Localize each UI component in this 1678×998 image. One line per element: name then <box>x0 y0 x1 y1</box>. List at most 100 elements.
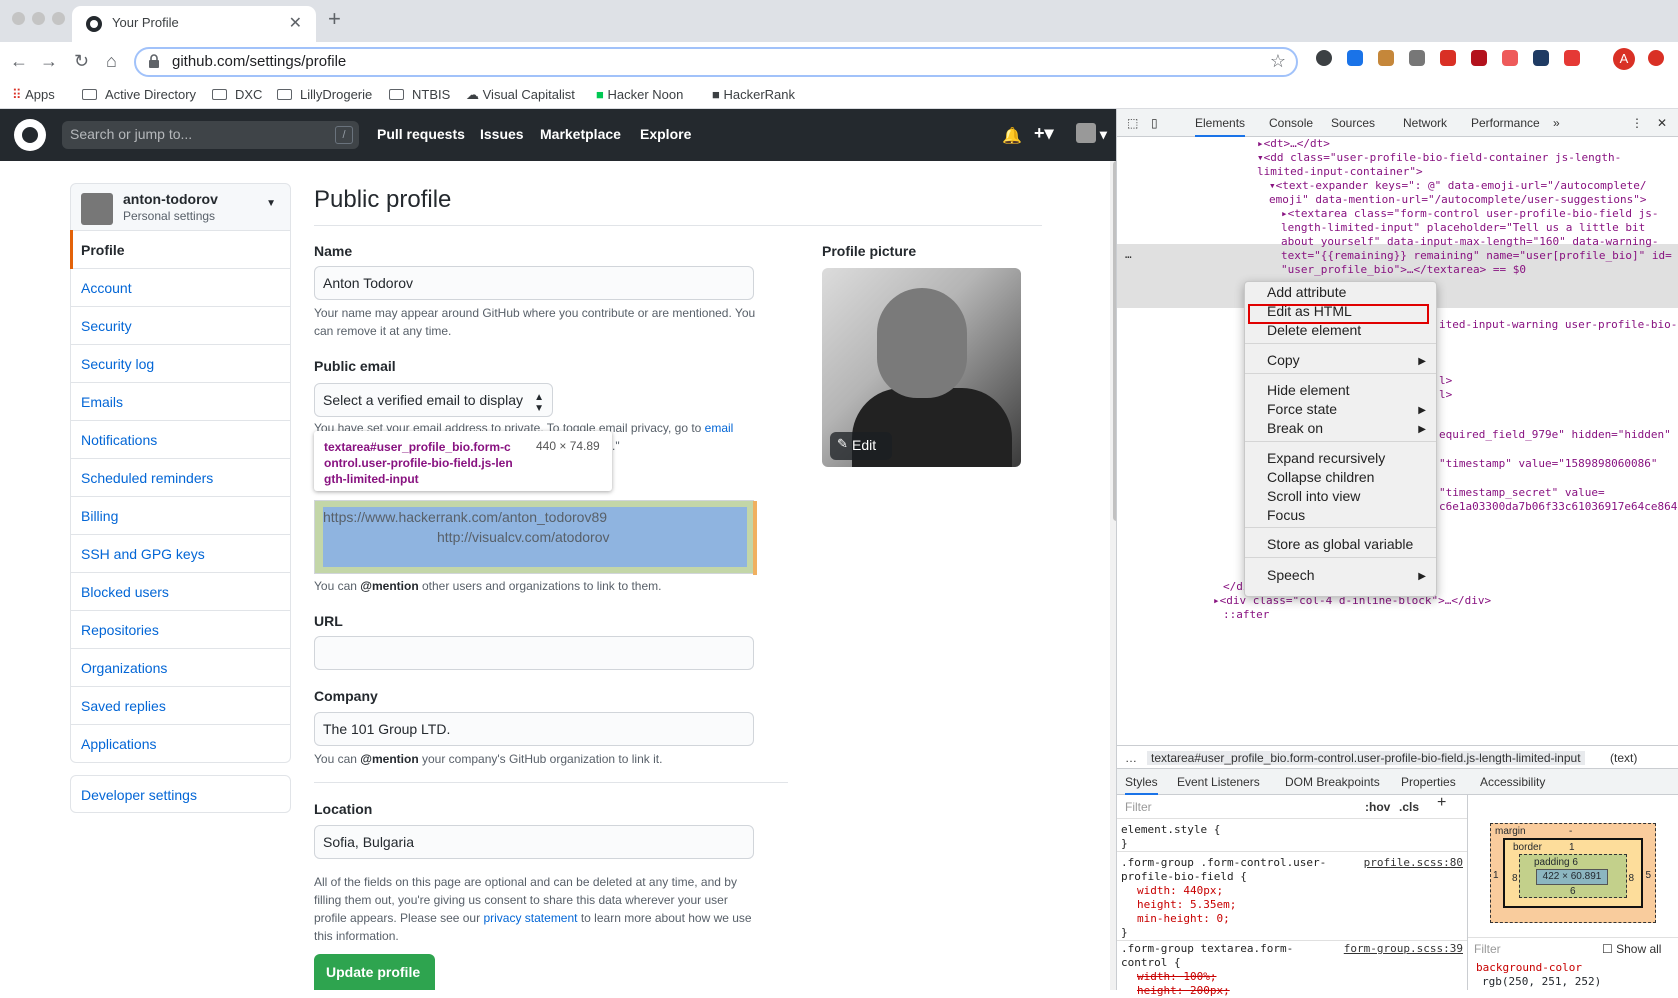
add-rule-icon[interactable]: + <box>1437 795 1446 811</box>
menu-item-scroll-into-view[interactable]: Scroll into view <box>1267 488 1360 504</box>
sidebar-item-notifications[interactable]: Notifications <box>70 421 291 459</box>
extension-icon[interactable] <box>1316 50 1332 66</box>
account-switcher[interactable]: anton-todorov Personal settings ▼ <box>70 183 291 231</box>
menu-item-add-attribute[interactable]: Add attribute <box>1267 284 1346 300</box>
tab-dom-breakpoints[interactable]: DOM Breakpoints <box>1285 775 1380 789</box>
window-close-button[interactable] <box>12 12 25 25</box>
public-email-select[interactable]: Select a verified email to display ▲ ▼ <box>314 383 553 417</box>
css-property[interactable]: height: 5.35em; <box>1137 898 1236 912</box>
sidebar-item-developer-settings[interactable]: Developer settings <box>70 775 291 813</box>
bookmark-folder[interactable]: NTBIS <box>389 87 450 102</box>
tab-event-listeners[interactable]: Event Listeners <box>1177 775 1260 789</box>
code-line[interactable]: ▸<dt>…</dt> <box>1257 137 1330 151</box>
inspect-element-icon[interactable]: ⬚ <box>1127 116 1138 130</box>
extension-icon[interactable] <box>1533 50 1549 66</box>
location-field[interactable]: Sofia, Bulgaria <box>314 825 754 859</box>
sidebar-item-profile[interactable]: Profile <box>70 230 291 269</box>
bookmark-hacker-noon[interactable]: ■ Hacker Noon <box>596 87 683 102</box>
extension-icon[interactable] <box>1440 50 1456 66</box>
sidebar-item-security[interactable]: Security <box>70 307 291 345</box>
name-field[interactable]: Anton Todorov <box>314 266 754 300</box>
computed-filter[interactable]: Filter ☐ Show all <box>1468 937 1678 959</box>
tab-console[interactable]: Console <box>1269 116 1313 130</box>
chevron-down-icon[interactable]: ▼ <box>266 198 276 209</box>
window-minimize-button[interactable] <box>32 12 45 25</box>
nav-explore[interactable]: Explore <box>640 126 691 142</box>
bookmark-hackerrank[interactable]: ■ HackerRank <box>712 87 795 102</box>
css-property[interactable]: min-height: 0; <box>1137 912 1230 926</box>
plus-dropdown-icon[interactable]: +▾ <box>1034 123 1054 144</box>
menu-item-break-on[interactable]: Break on <box>1267 420 1323 436</box>
css-rule[interactable]: element.style { <box>1121 823 1220 837</box>
sidebar-item-organizations[interactable]: Organizations <box>70 649 291 687</box>
address-bar[interactable]: github.com/settings/profile ☆ <box>134 47 1298 77</box>
nav-marketplace[interactable]: Marketplace <box>540 126 621 142</box>
extension-icon[interactable] <box>1564 50 1580 66</box>
kebab-menu-icon[interactable]: ⋮ <box>1631 116 1643 130</box>
sidebar-item-billing[interactable]: Billing <box>70 497 291 535</box>
menu-item-store-as-global[interactable]: Store as global variable <box>1267 536 1413 552</box>
browser-tab[interactable]: Your Profile ✕ <box>72 6 316 42</box>
sidebar-item-blocked-users[interactable]: Blocked users <box>70 573 291 611</box>
tab-sources[interactable]: Sources <box>1331 116 1375 130</box>
bell-icon[interactable]: 🔔 <box>1002 126 1022 146</box>
update-profile-button[interactable]: Update profile <box>314 954 435 990</box>
bookmark-visual-capitalist[interactable]: ☁ Visual Capitalist <box>466 87 575 103</box>
code-line[interactable]: ▾<dd class="user-profile-bio-field-conta… <box>1257 151 1621 165</box>
privacy-statement-link[interactable]: privacy statement <box>483 911 577 925</box>
css-selector[interactable]: .form-group textarea.form- <box>1121 942 1293 956</box>
sidebar-item-emails[interactable]: Emails <box>70 383 291 421</box>
bookmark-folder[interactable]: LillyDrogerie <box>277 87 372 102</box>
tab-properties[interactable]: Properties <box>1401 775 1456 789</box>
code-line[interactable]: ▾<text-expander keys=": @" data-emoji-ur… <box>1269 179 1647 193</box>
tab-performance[interactable]: Performance <box>1471 116 1540 130</box>
ellipsis-icon[interactable]: … <box>1125 248 1132 262</box>
cls-toggle[interactable]: .cls <box>1399 800 1419 814</box>
reload-icon[interactable]: ↻ <box>74 50 89 72</box>
extension-icon[interactable] <box>1347 50 1363 66</box>
tab-close-icon[interactable]: ✕ <box>289 13 302 33</box>
nav-pull-requests[interactable]: Pull requests <box>377 126 465 142</box>
menu-item-delete-element[interactable]: Delete element <box>1267 322 1361 338</box>
forward-icon[interactable]: → <box>40 50 58 72</box>
new-tab-button[interactable]: + <box>328 8 341 30</box>
show-all-checkbox[interactable]: ☐ Show all <box>1602 942 1661 956</box>
styles-filter-input[interactable]: Filter :hov .cls + <box>1117 795 1467 819</box>
close-devtools-icon[interactable]: ✕ <box>1657 116 1667 130</box>
company-field[interactable]: The 101 Group LTD. <box>314 712 754 746</box>
css-property[interactable]: height: 200px; <box>1137 984 1230 998</box>
home-icon[interactable]: ⌂ <box>106 50 117 72</box>
bookmark-star-icon[interactable]: ☆ <box>1270 51 1286 72</box>
edit-picture-button[interactable]: ✎ Edit <box>830 432 892 460</box>
extension-icon[interactable] <box>1409 50 1425 66</box>
extension-icon[interactable] <box>1378 50 1394 66</box>
tab-network[interactable]: Network <box>1403 116 1447 130</box>
sidebar-item-account[interactable]: Account <box>70 269 291 307</box>
bookmark-apps[interactable]: ⠿ Apps <box>12 87 55 103</box>
sidebar-item-applications[interactable]: Applications <box>70 725 291 763</box>
tab-elements[interactable]: Elements <box>1195 116 1246 137</box>
menu-item-speech[interactable]: Speech <box>1267 567 1314 583</box>
bookmark-folder[interactable]: DXC <box>212 87 262 102</box>
search-input[interactable]: Search or jump to... / <box>62 121 359 149</box>
breadcrumb-current[interactable]: textarea#user_profile_bio.form-control.u… <box>1147 751 1585 765</box>
menu-item-expand-recursively[interactable]: Expand recursively <box>1267 450 1385 466</box>
sidebar-item-repositories[interactable]: Repositories <box>70 611 291 649</box>
more-tabs-icon[interactable]: » <box>1553 116 1560 130</box>
device-toolbar-icon[interactable]: ▯ <box>1151 116 1158 130</box>
extension-icon[interactable] <box>1471 50 1487 66</box>
hov-toggle[interactable]: :hov <box>1365 800 1390 814</box>
sidebar-item-scheduled-reminders[interactable]: Scheduled reminders <box>70 459 291 497</box>
avatar-dropdown[interactable]: ▾ <box>1076 123 1107 143</box>
menu-item-force-state[interactable]: Force state <box>1267 401 1337 417</box>
code-line[interactable]: ▸<textarea class="form-control user-prof… <box>1281 207 1659 221</box>
css-selector[interactable]: .form-group .form-control.user- <box>1121 856 1326 870</box>
github-logo-icon[interactable] <box>14 119 46 151</box>
bookmark-folder[interactable]: Active Directory <box>82 87 196 102</box>
url-field[interactable] <box>314 636 754 670</box>
computed-property[interactable]: background-color <box>1476 961 1582 974</box>
menu-item-focus[interactable]: Focus <box>1267 507 1305 523</box>
chrome-profile-avatar[interactable]: A <box>1613 48 1635 70</box>
bio-textarea[interactable]: https://www.hackerrank.com/anton_todorov… <box>314 500 757 575</box>
extension-icon[interactable] <box>1502 50 1518 66</box>
